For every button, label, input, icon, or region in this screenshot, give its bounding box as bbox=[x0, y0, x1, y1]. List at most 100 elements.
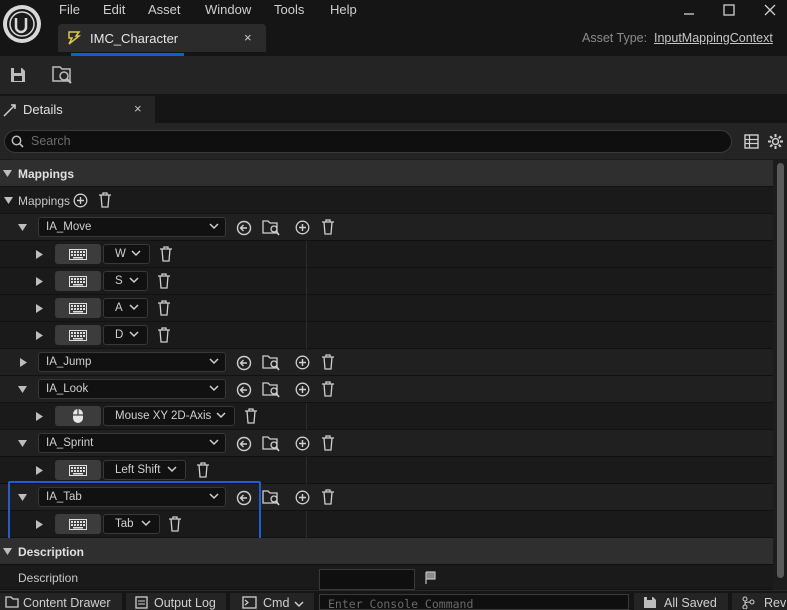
key-combo-s[interactable]: S bbox=[103, 271, 148, 291]
console-icon bbox=[242, 596, 257, 609]
action-name-move: IA_Move bbox=[46, 221, 92, 233]
content-drawer-button[interactable]: Content Drawer bbox=[0, 593, 122, 610]
description-field[interactable] bbox=[319, 569, 415, 590]
use-selected-asset-icon[interactable] bbox=[236, 436, 252, 452]
use-selected-asset-icon[interactable] bbox=[236, 382, 252, 398]
all-saved-button[interactable]: All Saved bbox=[634, 593, 728, 610]
key-row-w[interactable]: W bbox=[0, 241, 773, 268]
mapping-row-look[interactable]: IA_Look bbox=[0, 376, 773, 403]
close-window-icon[interactable] bbox=[755, 0, 785, 20]
output-log-label: Output Log bbox=[154, 596, 216, 610]
mapping-row-move[interactable]: IA_Move bbox=[0, 214, 773, 241]
key-combo-d[interactable]: D bbox=[103, 325, 148, 345]
keyboard-icon[interactable] bbox=[55, 460, 101, 480]
key-row-a[interactable]: A bbox=[0, 295, 773, 322]
action-name-sprint: IA_Sprint bbox=[46, 437, 94, 449]
search-icon bbox=[11, 135, 24, 148]
action-combo-jump[interactable]: IA_Jump bbox=[38, 352, 226, 372]
key-combo-mouse[interactable]: Mouse XY 2D-Axis bbox=[103, 406, 235, 426]
key-row-mouse[interactable]: Mouse XY 2D-Axis bbox=[0, 403, 773, 430]
action-combo-move[interactable]: IA_Move bbox=[38, 217, 226, 237]
mappings-array-label: Mappings bbox=[18, 194, 71, 208]
remove-all-icon[interactable] bbox=[98, 192, 112, 208]
search-input[interactable] bbox=[4, 130, 732, 153]
use-selected-asset-icon[interactable] bbox=[236, 355, 252, 371]
chevron-down-icon bbox=[209, 439, 219, 446]
menu-file[interactable]: File bbox=[59, 2, 80, 18]
asset-type-link[interactable]: InputMappingContext bbox=[654, 31, 773, 45]
description-label: Description bbox=[18, 571, 79, 585]
table-view-icon[interactable] bbox=[744, 134, 759, 149]
revision-control-button[interactable]: Rev bbox=[732, 593, 787, 610]
delete-mapping-icon[interactable] bbox=[321, 435, 335, 451]
asset-type-label: Asset Type: bbox=[582, 31, 648, 45]
mapping-row-jump[interactable]: IA_Jump bbox=[0, 349, 773, 376]
unreal-logo-icon[interactable] bbox=[3, 5, 41, 43]
mouse-icon[interactable] bbox=[55, 406, 101, 426]
scrollbar-thumb[interactable] bbox=[777, 163, 784, 578]
mappings-category-row[interactable]: Mappings bbox=[0, 160, 773, 187]
keyboard-icon[interactable] bbox=[55, 271, 101, 291]
menu-edit[interactable]: Edit bbox=[103, 2, 125, 18]
browse-asset-icon[interactable] bbox=[262, 435, 280, 452]
key-combo-left-shift[interactable]: Left Shift bbox=[103, 460, 186, 480]
key-combo-a[interactable]: A bbox=[103, 298, 148, 318]
delete-mapping-icon[interactable] bbox=[321, 489, 335, 505]
add-key-icon[interactable] bbox=[295, 220, 310, 235]
minimize-icon[interactable] bbox=[674, 0, 704, 20]
mapping-row-sprint[interactable]: IA_Sprint bbox=[0, 430, 773, 457]
chevron-down-icon bbox=[209, 385, 219, 392]
keyboard-icon[interactable] bbox=[55, 298, 101, 318]
action-combo-look[interactable]: IA_Look bbox=[38, 379, 226, 399]
output-log-button[interactable]: Output Log bbox=[126, 593, 226, 610]
browse-asset-icon[interactable] bbox=[262, 219, 280, 236]
menu-help[interactable]: Help bbox=[330, 2, 357, 18]
delete-key-icon[interactable] bbox=[157, 273, 171, 289]
keyboard-icon[interactable] bbox=[55, 244, 101, 264]
key-row-left-shift[interactable]: Left Shift bbox=[0, 457, 773, 484]
action-combo-sprint[interactable]: IA_Sprint bbox=[38, 433, 226, 453]
browse-asset-icon[interactable] bbox=[262, 489, 280, 506]
delete-mapping-icon[interactable] bbox=[321, 381, 335, 397]
add-element-icon[interactable] bbox=[73, 193, 88, 208]
browse-asset-icon[interactable] bbox=[262, 381, 280, 398]
delete-key-icon[interactable] bbox=[159, 246, 173, 262]
search-placeholder: Search bbox=[31, 134, 71, 148]
all-saved-label: All Saved bbox=[664, 596, 717, 610]
maximize-icon[interactable] bbox=[714, 0, 744, 20]
mappings-array-row[interactable]: Mappings bbox=[0, 187, 773, 214]
description-category-row[interactable]: Description bbox=[0, 538, 773, 565]
key-row-s[interactable]: S bbox=[0, 268, 773, 295]
add-key-icon[interactable] bbox=[295, 490, 310, 505]
delete-key-icon[interactable] bbox=[157, 300, 171, 316]
delete-mapping-icon[interactable] bbox=[321, 354, 335, 370]
action-name-look: IA_Look bbox=[46, 383, 89, 395]
settings-gear-icon[interactable] bbox=[767, 133, 784, 150]
flag-icon[interactable] bbox=[424, 571, 437, 584]
cmd-dropdown[interactable]: Cmd bbox=[230, 593, 314, 610]
document-tab-close-icon[interactable]: × bbox=[244, 30, 252, 45]
delete-mapping-icon[interactable] bbox=[321, 219, 335, 235]
menu-window[interactable]: Window bbox=[205, 2, 251, 18]
delete-key-icon[interactable] bbox=[196, 462, 210, 478]
document-tab[interactable]: IMC_Character × bbox=[58, 24, 266, 52]
add-key-icon[interactable] bbox=[295, 436, 310, 451]
key-row-d[interactable]: D bbox=[0, 322, 773, 349]
browse-asset-icon[interactable] bbox=[262, 354, 280, 371]
menu-asset[interactable]: Asset bbox=[148, 2, 181, 18]
delete-key-icon[interactable] bbox=[244, 408, 258, 424]
delete-key-icon[interactable] bbox=[157, 327, 171, 343]
console-command-input[interactable]: Enter Console Command bbox=[319, 594, 629, 610]
details-tab-close-icon[interactable]: × bbox=[134, 101, 142, 116]
keyboard-icon[interactable] bbox=[55, 325, 101, 345]
description-row[interactable]: Description bbox=[0, 565, 773, 590]
revision-control-label: Rev bbox=[764, 596, 787, 610]
action-name-jump: IA_Jump bbox=[46, 356, 92, 368]
browse-to-asset-icon[interactable] bbox=[51, 65, 73, 85]
save-icon[interactable] bbox=[9, 66, 27, 84]
key-combo-w[interactable]: W bbox=[103, 244, 150, 264]
use-selected-asset-icon[interactable] bbox=[236, 220, 252, 236]
add-key-icon[interactable] bbox=[295, 355, 310, 370]
add-key-icon[interactable] bbox=[295, 382, 310, 397]
menu-tools[interactable]: Tools bbox=[274, 2, 304, 18]
